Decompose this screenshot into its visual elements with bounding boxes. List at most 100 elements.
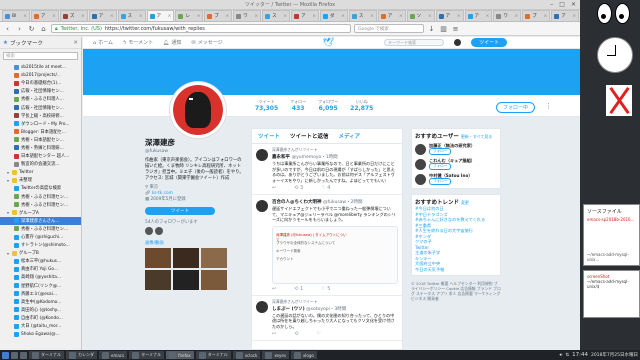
bookmark-item[interactable]: 広報・社団情報セン... bbox=[0, 87, 81, 95]
follow-button[interactable]: フォロー bbox=[429, 148, 452, 155]
taskbar-task[interactable]: ターミナル bbox=[29, 351, 64, 359]
like-icon[interactable]: ♡ bbox=[316, 331, 320, 337]
tab-close-icon[interactable]: × bbox=[486, 14, 490, 19]
bookmark-item[interactable]: 秀樹・熟練と料理研... bbox=[0, 144, 81, 152]
tab-2[interactable]: ズ × bbox=[59, 10, 88, 21]
nav-messages[interactable]: ✉ メッセージ bbox=[192, 39, 223, 47]
tab-1[interactable]: ア × bbox=[30, 10, 59, 21]
expand-icon[interactable]: ▾ bbox=[6, 178, 10, 183]
follow-button[interactable]: フォロー bbox=[429, 163, 452, 170]
tab-19[interactable]: ア × bbox=[551, 10, 580, 21]
bookmark-item[interactable]: 星野航仁(リンク@... bbox=[0, 282, 81, 290]
tab-close-icon[interactable]: × bbox=[81, 14, 85, 19]
taskbar-task[interactable]: ターミナル bbox=[129, 351, 165, 359]
tab-close-icon[interactable]: × bbox=[52, 14, 56, 19]
bookmark-item[interactable]: 秀樹・ふるさ料理セン... bbox=[0, 225, 81, 233]
back-icon[interactable]: ‹ bbox=[3, 24, 12, 33]
retweet-icon[interactable]: ⟲ bbox=[294, 331, 298, 337]
stat-item[interactable]: フォロー 433 bbox=[290, 99, 306, 112]
launcher-icon[interactable] bbox=[11, 351, 18, 359]
bookmark-item[interactable]: 真由市町 Yoji Go... bbox=[0, 265, 81, 273]
tweet-handle[interactable]: @yumemoyo・1時間 bbox=[292, 155, 338, 160]
tab-close-icon[interactable]: × bbox=[457, 14, 461, 19]
close-icon[interactable]: ✕ bbox=[571, 1, 576, 8]
bookmark-item[interactable]: すトラトン(@shimoto... bbox=[0, 241, 81, 249]
expand-icon[interactable]: ▾ bbox=[6, 210, 10, 215]
stat-item[interactable]: フォロワー 6,095 bbox=[318, 99, 338, 112]
bookmark-item[interactable]: 学長上級・高校研修... bbox=[0, 112, 81, 120]
tab-7[interactable]: ブ × bbox=[204, 10, 233, 21]
expand-icon[interactable]: ▾ bbox=[6, 251, 10, 256]
tab-0[interactable]: Bl × bbox=[2, 10, 30, 21]
taskbar-task[interactable]: emacs bbox=[99, 351, 128, 359]
tab-close-icon[interactable]: × bbox=[515, 14, 519, 19]
reply-icon[interactable]: ↩ bbox=[272, 185, 276, 191]
expand-icon[interactable]: ▾ bbox=[6, 170, 10, 175]
tab-close-icon[interactable]: × bbox=[572, 14, 576, 19]
like-icon[interactable]: ♡ 5 bbox=[321, 286, 330, 292]
tweet[interactable]: 深澤建彦さんがリツイート しまぷー (ウソ) @sotoyopi・3時間 この遅延の… bbox=[252, 296, 402, 341]
bookmark-item[interactable]: 斉藤エミ(@esai... bbox=[0, 290, 81, 298]
nav-notifications[interactable]: 🔔︎ 通知 bbox=[163, 39, 181, 47]
bookmark-item[interactable]: 秀樹・ふるさ料理セン... bbox=[0, 193, 81, 201]
search-input[interactable]: Google で検索 bbox=[354, 24, 424, 33]
followers-known[interactable]: 54人のフォロワーがいます bbox=[145, 219, 245, 225]
tweet-author[interactable]: 百合の人@ちくわ大明神 bbox=[272, 200, 322, 205]
tweet-to-button[interactable]: ツイート bbox=[145, 207, 215, 215]
bookmark-item[interactable]: ▾ Twitter bbox=[0, 168, 81, 176]
terminal-window[interactable]: ソースファイル emacs-sp2018b-2016... ~/emacs-ad… bbox=[583, 204, 640, 266]
twitter-search-input[interactable]: キーワード検索 bbox=[384, 39, 445, 46]
media-thumb[interactable] bbox=[145, 270, 171, 290]
tab-17[interactable]: ワ × bbox=[493, 10, 522, 21]
tweet-handle[interactable]: @sotoyopi・3時間 bbox=[306, 307, 346, 312]
bookmark-item[interactable]: ▾ 未整理 bbox=[0, 176, 81, 184]
media-thumb[interactable] bbox=[201, 270, 227, 290]
library-icon[interactable]: ▥ bbox=[439, 24, 448, 33]
recommended-user[interactable]: 中村健（Satou Ino） フォロー bbox=[415, 173, 497, 185]
tab-close-icon[interactable]: × bbox=[283, 14, 287, 19]
tab-close-icon[interactable]: × bbox=[225, 14, 229, 19]
avatar[interactable] bbox=[256, 149, 268, 161]
bookmark-item[interactable]: ▾ グループA bbox=[0, 209, 81, 217]
nav-moments[interactable]: ϟ モーメント bbox=[123, 39, 153, 47]
media-thumb[interactable] bbox=[145, 248, 171, 268]
media-thumb[interactable] bbox=[173, 270, 199, 290]
tab-close-icon[interactable]: × bbox=[168, 14, 172, 19]
tab-9[interactable]: ス × bbox=[262, 10, 291, 21]
tab-8[interactable]: ワ × bbox=[233, 10, 262, 21]
tab-close-icon[interactable]: × bbox=[139, 14, 143, 19]
tab-close-icon[interactable]: × bbox=[543, 14, 547, 19]
tweet-author[interactable]: しまぷー (ウソ) bbox=[272, 307, 305, 312]
tab-6[interactable]: レ × bbox=[175, 10, 204, 21]
tab-11[interactable]: ダ × bbox=[319, 10, 348, 21]
avatar[interactable] bbox=[256, 200, 268, 212]
taskbar-task[interactable]: xeyes bbox=[262, 351, 289, 359]
forward-icon[interactable]: › bbox=[15, 24, 24, 33]
avatar[interactable] bbox=[415, 173, 426, 185]
tweet-button[interactable]: ツイート bbox=[471, 38, 508, 47]
tab-close-icon[interactable]: × bbox=[110, 14, 114, 19]
nav-home[interactable]: ⌂ ホーム bbox=[93, 39, 113, 47]
menu-icon[interactable]: ≡ bbox=[451, 24, 460, 33]
downloads-icon[interactable]: ↓ bbox=[427, 24, 436, 33]
bookmark-item[interactable]: 秀樹・日本語配セン... bbox=[0, 136, 81, 144]
timeline-tab[interactable]: ツイート bbox=[258, 132, 280, 140]
bookmark-item[interactable]: ダウンロード・My Pro... bbox=[0, 120, 81, 128]
bookmark-item[interactable]: 心憲存 (@shiguchi... bbox=[0, 233, 81, 241]
clock-time[interactable]: 17:44 bbox=[572, 352, 588, 358]
media-title[interactable]: 画像/動画 bbox=[145, 240, 245, 246]
tweet-author[interactable]: 嘉永和平 bbox=[272, 155, 290, 160]
bookmark-item[interactable]: 松本三平(@hukus... bbox=[0, 257, 81, 265]
link-card[interactable]: 深澤建彦 (@fukusaw) | タイムアウトについて ブラウザの全体的なシステ… bbox=[272, 225, 398, 284]
tab-13[interactable]: ア × bbox=[377, 10, 406, 21]
url-bar[interactable]: 🔒︎ Twitter, Inc. (US) https://twitter.co… bbox=[51, 24, 351, 33]
launcher-icon[interactable] bbox=[20, 351, 27, 359]
stat-item[interactable]: ツイート 73,305 bbox=[255, 99, 278, 112]
trend-item[interactable]: 今日の天気予報 bbox=[415, 267, 497, 273]
twitter-bird-icon[interactable]: 🕊︎ bbox=[323, 38, 334, 48]
taskbar-task[interactable]: ターミナル bbox=[195, 351, 231, 359]
taskbar-task[interactable]: xlogo bbox=[290, 351, 317, 359]
taskbar-task[interactable]: firefox bbox=[166, 351, 194, 359]
tab-close-icon[interactable]: × bbox=[370, 14, 374, 19]
bookmark-item[interactable]: sb2015tile at meet... bbox=[0, 63, 81, 71]
